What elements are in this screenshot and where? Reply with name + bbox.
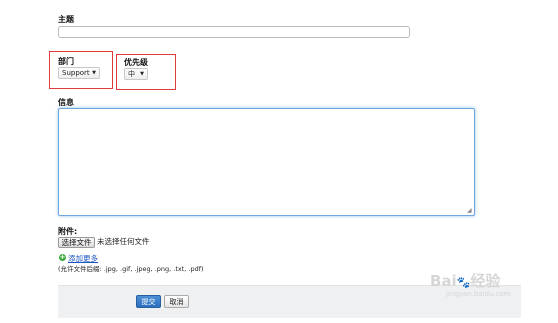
- resize-handle-icon[interactable]: ◢: [467, 208, 472, 214]
- subject-input[interactable]: [58, 26, 410, 38]
- watermark-url: jingyan.baidu.com: [446, 290, 511, 298]
- department-value: Support: [62, 69, 90, 77]
- choose-file-button[interactable]: 选择文件: [58, 237, 95, 248]
- chevron-down-icon: ▼: [140, 71, 144, 77]
- priority-select[interactable]: 中 ▼: [124, 68, 148, 80]
- priority-label: 优先级: [124, 58, 148, 67]
- submit-button[interactable]: 提交: [136, 295, 161, 308]
- add-icon[interactable]: +: [59, 254, 66, 261]
- message-textarea[interactable]: [58, 108, 475, 216]
- chevron-down-icon: ▼: [92, 70, 96, 76]
- subject-label: 主题: [58, 15, 74, 24]
- message-label: 信息: [58, 98, 74, 107]
- allowed-extensions-note: (允许文件后缀: .jpg, .gif, .jpeg, .png, .txt, …: [58, 265, 204, 273]
- department-select[interactable]: Support ▼: [58, 67, 100, 79]
- watermark-brand: Bai🐾经验: [430, 272, 501, 290]
- priority-value: 中: [128, 70, 135, 78]
- cancel-button[interactable]: 取消: [164, 295, 189, 308]
- file-status-text: 未选择任何文件: [97, 237, 150, 246]
- department-label: 部门: [58, 57, 74, 66]
- attachment-label: 附件:: [58, 227, 78, 236]
